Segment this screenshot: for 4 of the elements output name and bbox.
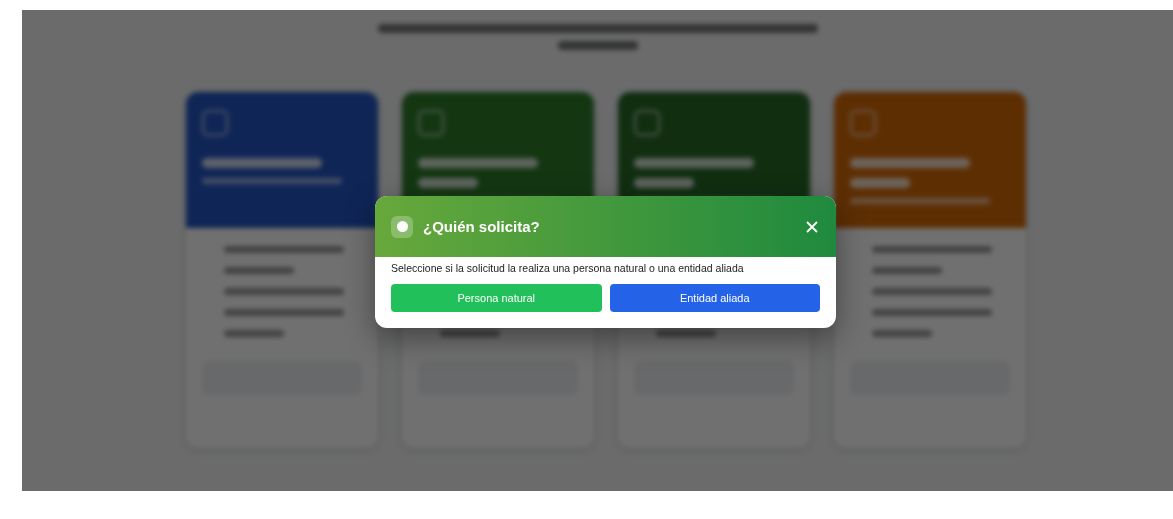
choice-button[interactable]: Entidad aliada — [609, 284, 820, 312]
dialog-message: Seleccione si la solicitud la realiza una persona natural o una entidad aliada — [391, 262, 745, 274]
dialog-title: ¿Quién solicita? — [423, 218, 541, 235]
close-button[interactable] — [804, 218, 820, 235]
